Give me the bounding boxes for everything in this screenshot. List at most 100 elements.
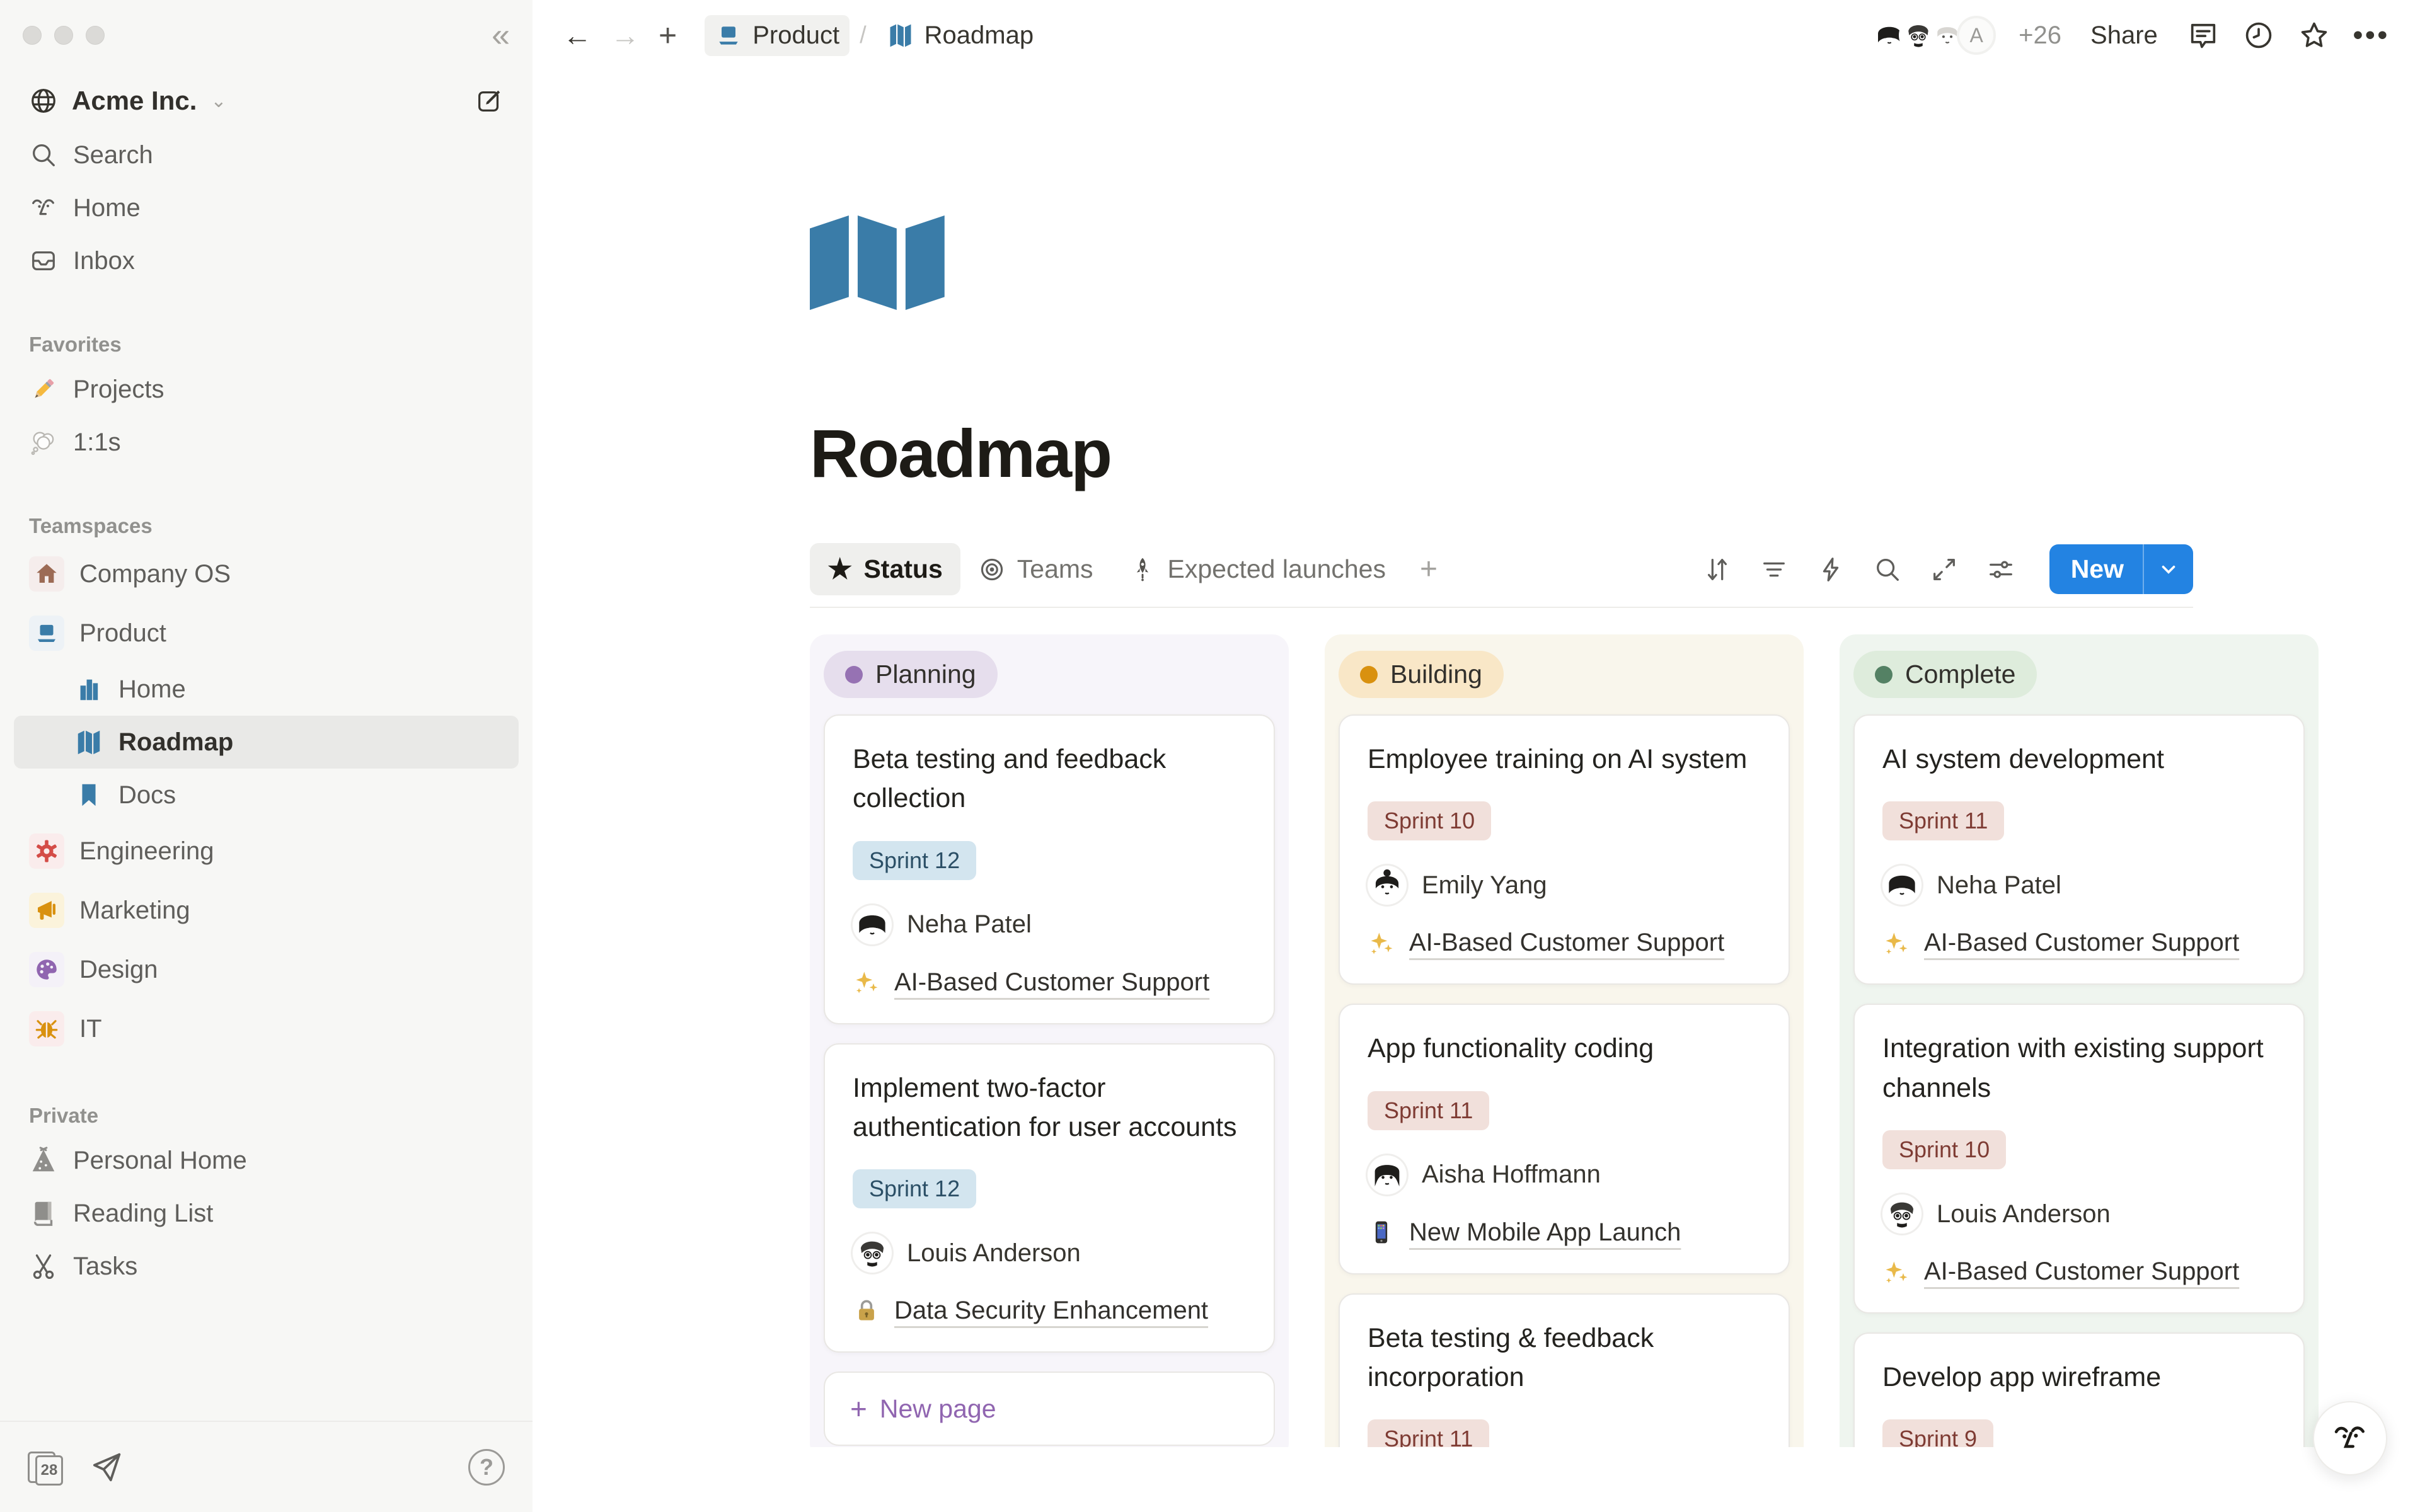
- inbox-icon: [29, 246, 58, 275]
- zoom-window-button[interactable]: [86, 26, 105, 45]
- kanban-card[interactable]: App functionality coding Sprint 11 Aisha…: [1339, 1004, 1790, 1274]
- new-page-button[interactable]: + New page: [824, 1372, 1275, 1446]
- card-project-link[interactable]: AI-Based Customer Support: [853, 968, 1246, 997]
- kanban-card[interactable]: AI system development Sprint 11 Neha Pat…: [1853, 714, 2305, 985]
- card-project-link[interactable]: AI-Based Customer Support: [1882, 929, 2276, 957]
- column-header-complete[interactable]: Complete: [1853, 651, 2037, 698]
- sidebar-item-product-docs[interactable]: Docs: [14, 769, 519, 822]
- laptop-icon: [29, 616, 64, 651]
- search-icon[interactable]: [1873, 555, 1902, 584]
- workspace-name: Acme Inc.: [72, 86, 197, 116]
- sidebar-item-personal-home[interactable]: Personal Home: [14, 1134, 519, 1187]
- share-button[interactable]: Share: [2090, 21, 2158, 50]
- app-window: « Acme Inc. ⌄ Search: [0, 0, 2420, 1512]
- card-assignee[interactable]: Emily Yang: [1368, 866, 1761, 905]
- kanban-card[interactable]: Employee training on AI system Sprint 10…: [1339, 714, 1790, 985]
- sidebar-item-projects[interactable]: Projects: [14, 363, 519, 416]
- bug-icon: [29, 1011, 64, 1046]
- filter-icon[interactable]: [1760, 555, 1789, 584]
- tab-status[interactable]: ★ Status: [810, 543, 960, 595]
- sidebar-item-engineering[interactable]: Engineering: [14, 822, 519, 881]
- card-project-link[interactable]: AI-Based Customer Support: [1882, 1257, 2276, 1286]
- card-title: Beta testing & feedback incorporation: [1368, 1319, 1761, 1397]
- more-options-icon[interactable]: •••: [2353, 20, 2390, 51]
- close-window-button[interactable]: [23, 26, 42, 45]
- compose-icon[interactable]: [475, 86, 504, 115]
- sidebar-item-inbox[interactable]: Inbox: [14, 234, 519, 287]
- card-project-link[interactable]: Data Security Enhancement: [853, 1297, 1246, 1325]
- lightning-icon[interactable]: [1816, 555, 1845, 584]
- chevron-down-icon[interactable]: [2144, 559, 2193, 580]
- expand-icon[interactable]: [1930, 555, 1959, 584]
- sidebar-item-1on1s[interactable]: 1:1s: [14, 416, 519, 469]
- column-header-planning[interactable]: Planning: [824, 651, 998, 698]
- workspace-switcher[interactable]: Acme Inc. ⌄: [14, 77, 519, 125]
- main-area: ← → + Product / Roadmap: [533, 0, 2420, 1512]
- collapse-sidebar-icon[interactable]: «: [492, 19, 510, 52]
- favorite-star-icon[interactable]: [2298, 19, 2331, 52]
- notion-ai-button[interactable]: [2313, 1401, 2387, 1475]
- sidebar-item-product[interactable]: Product: [14, 604, 519, 663]
- card-project-link[interactable]: New Mobile App Launch: [1368, 1218, 1761, 1247]
- calendar-icon[interactable]: 28: [28, 1449, 64, 1486]
- help-icon[interactable]: ?: [468, 1449, 505, 1486]
- add-view-icon[interactable]: +: [1403, 552, 1454, 587]
- sprint-tag: Sprint 11: [1882, 801, 2004, 840]
- kanban-card[interactable]: Beta testing & feedback incorporation Sp…: [1339, 1293, 1790, 1447]
- sidebar-item-design[interactable]: Design: [14, 940, 519, 999]
- card-title: AI system development: [1882, 740, 2276, 779]
- kanban-card[interactable]: Implement two-factor authentication for …: [824, 1043, 1275, 1353]
- new-page-plus-icon[interactable]: +: [659, 17, 677, 54]
- sidebar-item-home[interactable]: Home: [14, 181, 519, 234]
- breadcrumb-product[interactable]: Product: [705, 15, 850, 56]
- search-icon: [29, 140, 58, 169]
- card-assignee[interactable]: Neha Patel: [1882, 866, 2276, 905]
- sidebar-item-reading-list[interactable]: Reading List: [14, 1187, 519, 1240]
- breadcrumb-roadmap[interactable]: Roadmap: [877, 15, 1044, 56]
- sprint-tag: Sprint 9: [1882, 1419, 1993, 1447]
- updates-clock-icon[interactable]: [2242, 19, 2275, 52]
- sort-icon[interactable]: [1703, 555, 1732, 584]
- minimize-window-button[interactable]: [54, 26, 73, 45]
- card-assignee[interactable]: Louis Anderson: [853, 1234, 1246, 1273]
- sidebar-item-product-home[interactable]: Home: [14, 663, 519, 716]
- kanban-card[interactable]: Integration with existing support channe…: [1853, 1004, 2305, 1314]
- column-header-building[interactable]: Building: [1339, 651, 1504, 698]
- avatar: [1882, 1194, 1922, 1234]
- palette-icon: [29, 952, 64, 987]
- sprint-tag: Sprint 12: [853, 841, 976, 880]
- avatar-overflow-count[interactable]: +26: [2019, 21, 2061, 50]
- avatar: [1882, 866, 1922, 905]
- comments-icon[interactable]: [2187, 19, 2220, 52]
- chevron-down-icon: ⌄: [210, 90, 226, 112]
- tab-expected-launches[interactable]: Expected launches: [1111, 544, 1403, 594]
- page-map-icon[interactable]: [810, 215, 952, 310]
- globe-icon: [29, 86, 58, 115]
- window-controls[interactable]: [23, 26, 105, 45]
- card-assignee[interactable]: Louis Anderson: [1882, 1194, 2276, 1234]
- sidebar-item-product-roadmap[interactable]: Roadmap: [14, 716, 519, 769]
- map-icon: [74, 728, 103, 757]
- sidebar-item-search[interactable]: Search: [14, 129, 519, 181]
- kanban-card[interactable]: Beta testing and feedback collection Spr…: [824, 714, 1275, 1024]
- sidebar-item-company-os[interactable]: Company OS: [14, 544, 519, 604]
- map-icon: [887, 21, 914, 49]
- card-assignee[interactable]: Neha Patel: [853, 905, 1246, 944]
- card-project-link[interactable]: AI-Based Customer Support: [1368, 929, 1761, 957]
- sparkles-icon: [1882, 1258, 1910, 1286]
- sidebar-top: «: [0, 0, 533, 71]
- forward-arrow-icon[interactable]: →: [611, 18, 640, 52]
- sidebar-item-tasks[interactable]: Tasks: [14, 1240, 519, 1293]
- new-button[interactable]: New: [2049, 544, 2193, 594]
- new-button-label[interactable]: New: [2049, 544, 2143, 594]
- kanban-card[interactable]: Develop app wireframe Sprint 9 Emily Yan…: [1853, 1332, 2305, 1447]
- view-settings-icon[interactable]: [1986, 555, 2015, 584]
- kanban-board: Planning Beta testing and feedback colle…: [533, 634, 2420, 1447]
- send-icon[interactable]: [89, 1450, 124, 1484]
- tab-teams[interactable]: Teams: [960, 544, 1111, 594]
- sidebar-item-marketing[interactable]: Marketing: [14, 881, 519, 940]
- sidebar-item-it[interactable]: IT: [14, 999, 519, 1058]
- back-arrow-icon[interactable]: ←: [563, 18, 592, 52]
- card-assignee[interactable]: Aisha Hoffmann: [1368, 1155, 1761, 1194]
- collaborator-avatars[interactable]: A: [1870, 16, 1996, 55]
